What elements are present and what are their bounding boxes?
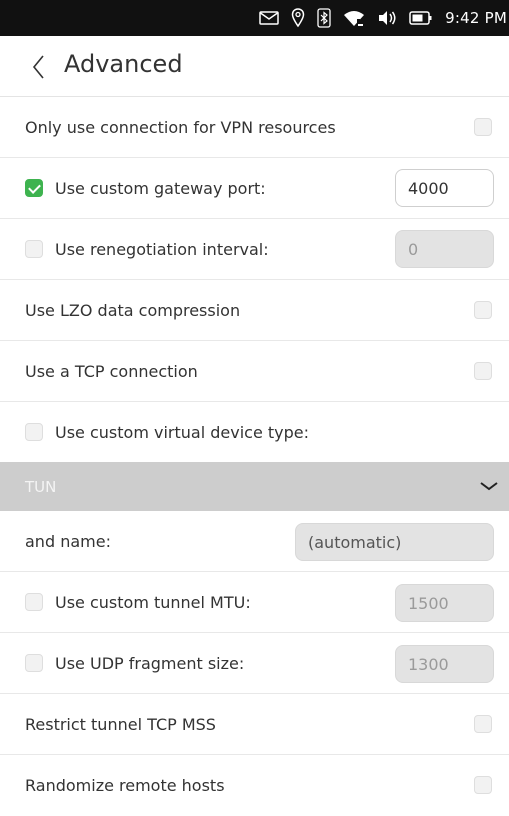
back-button[interactable] — [30, 54, 50, 80]
tcp-row: Use a TCP connection — [0, 341, 509, 402]
reneg-interval-checkbox[interactable] — [25, 240, 43, 258]
vpn-only-row: Only use connection for VPN resources — [0, 97, 509, 158]
mail-icon — [259, 6, 279, 30]
reneg-interval-label: Use renegotiation interval: — [55, 239, 269, 259]
tunnel-mtu-row: Use custom tunnel MTU: 1500 — [0, 572, 509, 633]
gateway-port-checkbox[interactable] — [25, 179, 43, 197]
lzo-row: Use LZO data compression — [0, 280, 509, 341]
restrict-mss-checkbox[interactable] — [474, 715, 492, 733]
device-type-checkbox[interactable] — [25, 423, 43, 441]
chevron-left-icon — [32, 55, 44, 79]
tcp-checkbox[interactable] — [474, 362, 492, 380]
battery-icon — [409, 6, 433, 30]
device-name-label: and name: — [25, 531, 111, 551]
status-time: 9:42 PM — [445, 9, 507, 27]
randomize-hosts-checkbox[interactable] — [474, 776, 492, 794]
restrict-mss-label: Restrict tunnel TCP MSS — [25, 714, 216, 734]
udp-fragment-row: Use UDP fragment size: 1300 — [0, 633, 509, 694]
restrict-mss-row: Restrict tunnel TCP MSS — [0, 694, 509, 755]
udp-fragment-input[interactable]: 1300 — [395, 645, 494, 683]
reneg-interval-row: Use renegotiation interval: 0 — [0, 219, 509, 280]
udp-fragment-checkbox[interactable] — [25, 654, 43, 672]
device-name-input[interactable]: (automatic) — [295, 523, 494, 561]
gateway-port-input[interactable]: 4000 — [395, 169, 494, 207]
page-header: Advanced — [0, 36, 509, 97]
device-type-label: Use custom virtual device type: — [55, 422, 309, 442]
page-title: Advanced — [64, 50, 183, 78]
device-name-row: and name: (automatic) — [0, 511, 509, 572]
wifi-icon — [343, 6, 365, 30]
randomize-hosts-row: Randomize remote hosts — [0, 755, 509, 816]
device-type-row: Use custom virtual device type: — [0, 402, 509, 462]
lzo-label: Use LZO data compression — [25, 300, 241, 320]
bluetooth-icon — [317, 6, 331, 30]
udp-fragment-label: Use UDP fragment size: — [55, 653, 245, 673]
tcp-label: Use a TCP connection — [25, 361, 198, 381]
status-bar: 9:42 PM — [0, 0, 509, 36]
tunnel-mtu-input[interactable]: 1500 — [395, 584, 494, 622]
device-type-select[interactable]: TUN — [0, 462, 509, 511]
vpn-only-checkbox[interactable] — [474, 118, 492, 136]
gateway-port-row: Use custom gateway port: 4000 — [0, 158, 509, 219]
reneg-interval-input[interactable]: 0 — [395, 230, 494, 268]
tunnel-mtu-checkbox[interactable] — [25, 593, 43, 611]
location-icon — [291, 6, 305, 30]
tunnel-mtu-label: Use custom tunnel MTU: — [55, 592, 251, 612]
randomize-hosts-label: Randomize remote hosts — [25, 776, 225, 795]
gateway-port-label: Use custom gateway port: — [55, 178, 266, 198]
volume-icon — [377, 6, 397, 30]
vpn-only-label: Only use connection for VPN resources — [25, 117, 336, 137]
device-type-selected: TUN — [25, 477, 57, 496]
lzo-checkbox[interactable] — [474, 301, 492, 319]
chevron-down-icon — [480, 482, 498, 491]
